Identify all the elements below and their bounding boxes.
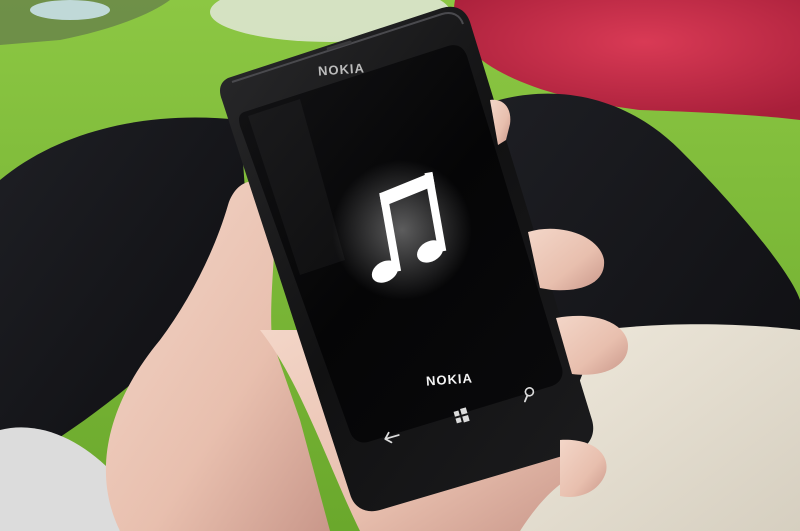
finger-ring: [560, 439, 607, 497]
finger-index: [528, 228, 605, 291]
photo-scene: NOKIA NOKIA: [0, 0, 800, 531]
music-note-glow: [332, 160, 472, 300]
hand-and-phone: [105, 6, 628, 531]
